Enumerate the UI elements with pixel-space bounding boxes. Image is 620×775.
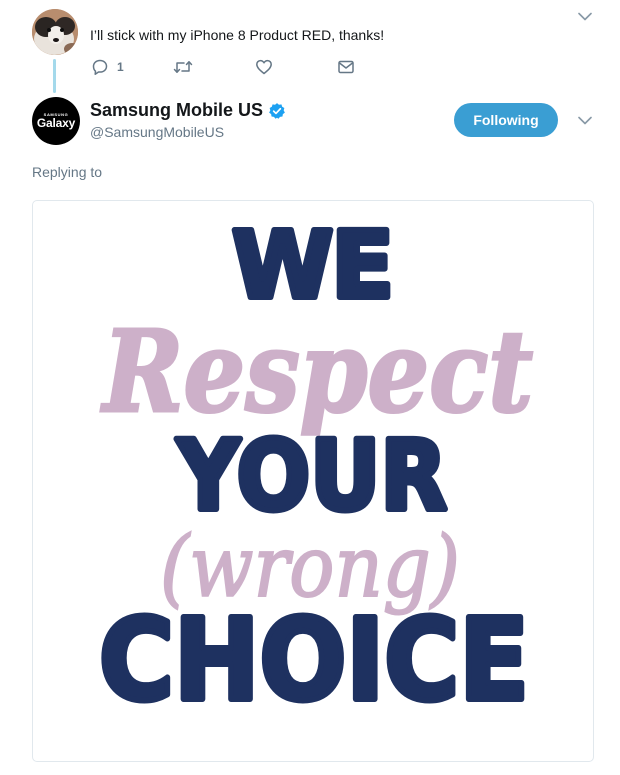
parent-tweet-text: I’ll stick with my iPhone 8 Product RED,… (90, 27, 385, 43)
replying-to-label: Replying to (32, 164, 103, 180)
retweet-icon (173, 61, 193, 73)
samsung-galaxy-avatar[interactable]: SAMSUNG Galaxy (32, 97, 80, 145)
like-button[interactable] (255, 58, 337, 76)
artwork-line-your: YOUR (176, 420, 447, 532)
verified-badge-icon (269, 102, 285, 119)
reply-count: 1 (117, 60, 124, 74)
reply-icon (92, 59, 108, 75)
reply-button[interactable]: 1 (91, 58, 173, 76)
account-name-row: Samsung Mobile US (90, 100, 286, 121)
thread-connector-line (53, 59, 56, 93)
following-button[interactable]: Following (454, 103, 558, 137)
lettering-artwork: WE Respect YOUR (wrong) CHOICE (96, 209, 534, 729)
heart-icon (256, 59, 272, 75)
avatar-brand-big: Galaxy (36, 116, 76, 130)
artwork-line-respect: Respect (100, 307, 533, 438)
artwork-line-choice: CHOICE (99, 596, 529, 726)
retweet-button[interactable] (173, 58, 255, 76)
tweet-image[interactable]: WE Respect YOUR (wrong) CHOICE (32, 200, 594, 762)
chevron-down-icon[interactable] (575, 6, 595, 26)
account-handle[interactable]: @SamsungMobileUS (90, 124, 224, 140)
dog-photo-avatar-icon (32, 9, 78, 55)
chevron-down-icon[interactable] (575, 110, 595, 130)
display-name[interactable]: Samsung Mobile US (90, 100, 263, 121)
envelope-icon (338, 60, 354, 74)
artwork-line-we: WE (232, 212, 392, 319)
parent-tweet-actions: 1 (91, 57, 355, 77)
tweet-thread: I’ll stick with my iPhone 8 Product RED,… (0, 0, 620, 775)
direct-message-button[interactable] (337, 58, 355, 76)
parent-avatar[interactable] (32, 9, 78, 55)
